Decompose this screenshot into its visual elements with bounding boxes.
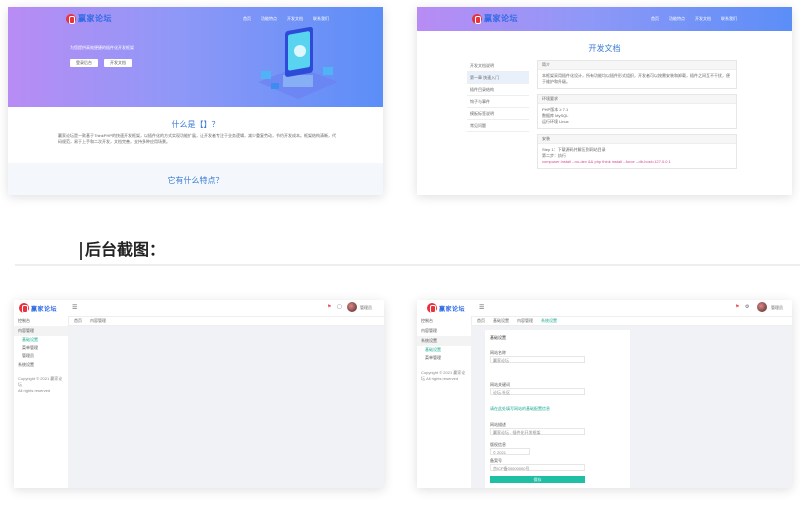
description-input[interactable]: 赢家论坛 - 插件化开发框架 bbox=[490, 428, 585, 435]
menu-system[interactable]: 系统设置 bbox=[417, 336, 471, 346]
admin-sidebar: 控制台 内容管理 系统设置 基础设置 菜单管理 Copyright © 2021… bbox=[417, 316, 472, 488]
submenu-basic[interactable]: 基础设置 bbox=[417, 346, 471, 354]
fullscreen-icon[interactable]: ▢ bbox=[337, 304, 342, 310]
menu-dashboard[interactable]: 控制台 bbox=[14, 316, 68, 326]
docs-content: 简介 本框架采用插件化设计，所有功能均以插件形式组织，开发者可以按需安装和卸载，… bbox=[537, 60, 737, 174]
docs-button[interactable]: 开发文档 bbox=[104, 59, 132, 67]
docs-menu-item[interactable]: 开发文档说明 bbox=[467, 60, 529, 72]
section-what-title: 什么是【】？ bbox=[171, 120, 220, 129]
section-divider bbox=[15, 264, 800, 266]
nav-home[interactable]: 首页 bbox=[651, 16, 659, 22]
keywords-input[interactable]: 论坛,社区 bbox=[490, 388, 585, 395]
docs-menu-item[interactable]: 模板标签说明 bbox=[467, 108, 529, 120]
admin-logo[interactable]: 赢家论坛 bbox=[427, 303, 465, 313]
menu-content[interactable]: 内容管理 bbox=[417, 326, 471, 336]
avatar[interactable] bbox=[757, 302, 767, 312]
logo-icon bbox=[427, 303, 437, 313]
notification-icon[interactable]: ⚑ bbox=[327, 304, 331, 310]
docs-logo[interactable]: 赢家论坛 bbox=[472, 13, 518, 24]
login-button[interactable]: 登录后台 bbox=[70, 59, 98, 67]
submenu-menus[interactable]: 菜单管理 bbox=[14, 344, 68, 352]
icp-input[interactable]: 京ICP备00000000号 bbox=[490, 464, 585, 471]
form-title: 基础设置 bbox=[490, 335, 506, 340]
footer-copyright: Copyright © 2021 赢家论坛 All rights reserve… bbox=[421, 370, 466, 381]
menu-content[interactable]: 内容管理 bbox=[14, 326, 68, 336]
login-button-label: 登录后台 bbox=[76, 60, 92, 65]
user-name[interactable]: 管理员 bbox=[771, 305, 783, 311]
tab-content[interactable]: 内容管理 bbox=[517, 318, 533, 324]
logo-text: 赢家论坛 bbox=[78, 14, 112, 23]
form-hint: 请在此处填写网站的基础配置信息 bbox=[490, 406, 550, 411]
admin-screenshot-1: 赢家论坛 ☰ ⚑ ▢ 管理员 控制台 内容管理 基础设置 菜单管理 管理员 系统… bbox=[14, 300, 384, 488]
logo-icon bbox=[19, 303, 29, 313]
logo-text: 赢家论坛 bbox=[439, 306, 466, 313]
nav-contact[interactable]: 联系我们 bbox=[313, 16, 329, 22]
submenu-basic[interactable]: 基础设置 bbox=[14, 336, 68, 344]
docs-screenshot: 赢家论坛 首页 功能特点 开发文档 联系我们 开发文档 开发文档说明 第一章 快… bbox=[417, 7, 792, 195]
docs-sidebar: 开发文档说明 第一章 快速入门 插件目录结构 钩子与事件 模板标签说明 常见问题 bbox=[467, 60, 529, 132]
copyright-input[interactable]: © 2021 bbox=[490, 448, 530, 455]
install-command: composer install --no-dev && php think i… bbox=[542, 159, 671, 164]
breadcrumb: 首页 内容管理 bbox=[68, 316, 384, 326]
logo-text: 赢家论坛 bbox=[484, 14, 518, 23]
settings-icon[interactable]: ⚙ bbox=[745, 304, 749, 310]
submenu-admins[interactable]: 管理员 bbox=[14, 352, 68, 360]
tab-system[interactable]: 系统设置 bbox=[541, 318, 557, 324]
section-what-text: 赢家论坛是一款基于ThinkPHP的快速开发框架，以插件化的方式实现功能扩展，让… bbox=[58, 133, 337, 144]
tab-content[interactable]: 内容管理 bbox=[90, 318, 106, 324]
nav-features[interactable]: 功能特点 bbox=[261, 16, 277, 22]
admin-sidebar: 控制台 内容管理 基础设置 菜单管理 管理员 系统设置 Copyright © … bbox=[14, 316, 69, 488]
docs-menu-item[interactable]: 常见问题 bbox=[467, 120, 529, 132]
site-logo[interactable]: 赢家论坛 bbox=[66, 13, 112, 24]
intro-box-text: 本框架采用插件化设计，所有功能均以插件形式组织，开发者可以按需安装和卸载，插件之… bbox=[542, 73, 730, 84]
footer-copyright: Copyright © 2021 赢家论坛 bbox=[18, 376, 63, 387]
top-nav: 首页 功能特点 开发文档 联系我们 bbox=[243, 16, 329, 22]
save-button[interactable]: 保存 bbox=[490, 476, 585, 483]
env-box: 环境要求 PHP版本 ≥ 7.1 数据库 MySQL 运行环境 Linux bbox=[537, 94, 737, 129]
logo-icon bbox=[66, 13, 76, 24]
menu-toggle-icon[interactable]: ☰ bbox=[72, 304, 77, 311]
docs-nav: 首页 功能特点 开发文档 联系我们 bbox=[651, 16, 737, 22]
section-features-title: 它有什么特点？ bbox=[167, 176, 224, 185]
docs-button-label: 开发文档 bbox=[110, 60, 126, 65]
logo-text: 赢家论坛 bbox=[31, 306, 58, 313]
homepage-screenshot: 赢家论坛 首页 功能特点 开发文档 联系我们 为您提供高效便捷的插件化开发框架 … bbox=[8, 7, 383, 195]
submenu-menus[interactable]: 菜单管理 bbox=[417, 354, 471, 362]
intro-box: 简介 本框架采用插件化设计，所有功能均以插件形式组织，开发者可以按需安装和卸载，… bbox=[537, 60, 737, 89]
menu-toggle-icon[interactable]: ☰ bbox=[479, 304, 484, 311]
docs-menu-item[interactable]: 插件目录结构 bbox=[467, 84, 529, 96]
docs-menu-item[interactable]: 第一章 快速入门 bbox=[467, 72, 529, 84]
env-box-header: 环境要求 bbox=[538, 95, 736, 104]
hero-subtitle: 为您提供高效便捷的插件化开发框架 bbox=[70, 45, 134, 50]
admin-main-area bbox=[68, 326, 384, 488]
tab-home[interactable]: 首页 bbox=[74, 318, 82, 324]
logo-icon bbox=[472, 13, 482, 24]
menu-system[interactable]: 系统设置 bbox=[14, 360, 68, 370]
install-box-header: 安装 bbox=[538, 135, 736, 144]
menu-dashboard[interactable]: 控制台 bbox=[417, 316, 471, 326]
nav-contact[interactable]: 联系我们 bbox=[721, 16, 737, 22]
section-heading: 后台截图： bbox=[80, 242, 165, 260]
notification-icon[interactable]: ⚑ bbox=[735, 304, 739, 310]
tab-bar: 首页 基础设置 内容管理 系统设置 bbox=[471, 316, 792, 326]
site-name-input[interactable]: 赢家论坛 bbox=[490, 356, 585, 363]
install-box: 安装 Step 1：下载源码并解压到网站目录 第二步：执行 composer i… bbox=[537, 134, 737, 169]
env-line: 运行环境 Linux bbox=[542, 119, 569, 124]
user-name[interactable]: 管理员 bbox=[360, 305, 372, 311]
tab-basic[interactable]: 基础设置 bbox=[493, 318, 509, 324]
docs-title: 开发文档 bbox=[588, 44, 621, 53]
intro-box-header: 简介 bbox=[538, 61, 736, 70]
docs-menu-item[interactable]: 钩子与事件 bbox=[467, 96, 529, 108]
avatar[interactable] bbox=[347, 302, 357, 312]
admin-screenshot-2: 赢家论坛 ☰ ⚑ ⚙ 管理员 控制台 内容管理 系统设置 基础设置 菜单管理 C… bbox=[417, 300, 792, 488]
nav-home[interactable]: 首页 bbox=[243, 16, 251, 22]
admin-logo[interactable]: 赢家论坛 bbox=[19, 303, 57, 313]
tab-home[interactable]: 首页 bbox=[477, 318, 485, 324]
nav-docs[interactable]: 开发文档 bbox=[695, 16, 711, 22]
nav-features[interactable]: 功能特点 bbox=[669, 16, 685, 22]
nav-docs[interactable]: 开发文档 bbox=[287, 16, 303, 22]
footer-rights: All rights reserved bbox=[18, 388, 51, 393]
settings-form: 基础设置 网站名称 赢家论坛 网站关键词 论坛,社区 请在此处填写网站的基础配置… bbox=[485, 330, 630, 488]
phone-illustration bbox=[258, 27, 338, 99]
